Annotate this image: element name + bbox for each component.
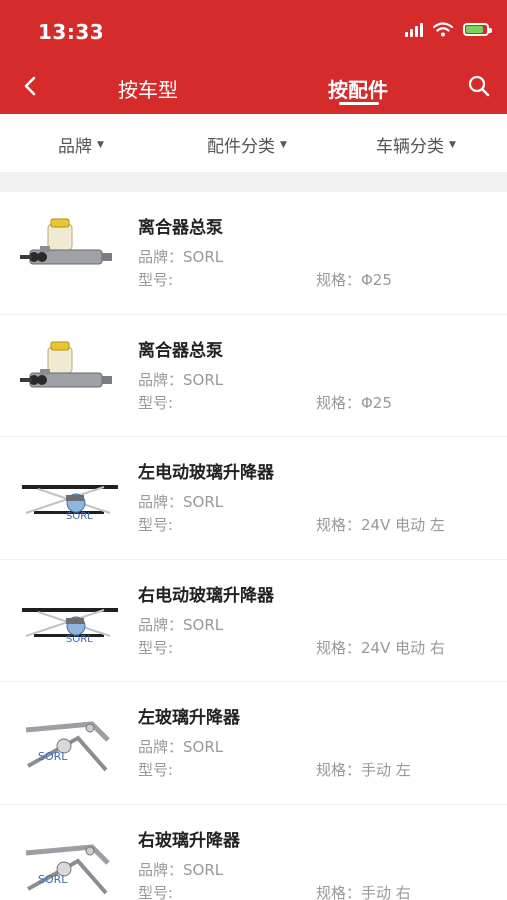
tab-by-part[interactable]: 按配件: [328, 74, 388, 103]
tab-by-vehicle[interactable]: 按车型: [118, 74, 178, 103]
product-model: 型号:: [138, 516, 174, 534]
product-model: 型号:: [138, 883, 174, 900]
filter-vehicle-category-label: 车辆分类: [376, 137, 444, 157]
product-spec: 规格：24V 电动 左: [316, 516, 445, 534]
dropdown-arrow-icon: ▼: [449, 139, 456, 150]
svg-text:SORL: SORL: [66, 634, 93, 645]
svg-text:SORL: SORL: [38, 873, 68, 886]
product-list-item[interactable]: SORL 左电动玻璃升降器 品牌：SORL 型号: 规格：24V 电动 左: [0, 437, 507, 560]
product-brand: 品牌：SORL: [138, 615, 224, 634]
filter-bar: 品牌 ▼ 配件分类 ▼ 车辆分类 ▼: [0, 114, 507, 173]
product-model: 型号:: [138, 638, 174, 657]
product-brand: 品牌：SORL: [138, 493, 224, 511]
product-spec: 规格：Φ25: [316, 271, 392, 289]
product-name: 左玻璃升降器: [138, 708, 240, 728]
product-list-item[interactable]: SORL 左玻璃升降器 品牌：SORL 型号: 规格：手动 左: [0, 682, 507, 805]
product-spec: 规格：Φ25: [316, 393, 392, 412]
product-name: 右玻璃升降器: [138, 830, 240, 851]
product-spec: 规格：手动 右: [316, 883, 411, 900]
active-tab-indicator: [339, 102, 379, 105]
app: 13:33 按车型 按配件 品牌 ▼ 配件分类 ▼ 车辆分类 ▼ 离合器总泵 品…: [0, 0, 507, 900]
filter-brand[interactable]: 品牌 ▼: [58, 132, 104, 157]
product-image: SORL: [18, 823, 122, 900]
product-brand: 品牌：SORL: [138, 860, 224, 879]
product-list-item[interactable]: SORL 右电动玻璃升降器 品牌：SORL 型号: 规格：24V 电动 右: [0, 559, 507, 682]
status-icons: [405, 22, 492, 37]
svg-text:SORL: SORL: [66, 511, 93, 522]
dropdown-arrow-icon: ▼: [97, 139, 104, 150]
product-image: SORL: [18, 578, 122, 666]
back-icon[interactable]: [14, 70, 46, 102]
product-spec: 规格：24V 电动 右: [316, 638, 445, 657]
nav-bar: 按车型 按配件: [0, 62, 507, 114]
product-spec: 规格：手动 左: [316, 761, 411, 779]
filter-part-category[interactable]: 配件分类 ▼: [207, 132, 287, 157]
product-model: 型号:: [138, 271, 174, 289]
battery-icon: [463, 23, 492, 36]
product-image: SORL: [18, 455, 122, 543]
product-name: 离合器总泵: [138, 340, 223, 361]
product-brand: 品牌：SORL: [138, 248, 224, 266]
product-model: 型号:: [138, 761, 174, 779]
filter-vehicle-category[interactable]: 车辆分类 ▼: [376, 132, 456, 157]
product-name: 离合器总泵: [138, 218, 223, 238]
status-time: 13:33: [38, 20, 105, 44]
status-bar: 13:33: [0, 0, 507, 62]
product-list-item[interactable]: 离合器总泵 品牌：SORL 型号: 规格：Φ25: [0, 192, 507, 315]
wifi-icon: [433, 22, 453, 37]
product-image: SORL: [18, 700, 122, 788]
product-list-item[interactable]: SORL 右玻璃升降器 品牌：SORL 型号: 规格：手动 右: [0, 804, 507, 900]
product-list-item[interactable]: 离合器总泵 品牌：SORL 型号: 规格：Φ25: [0, 314, 507, 437]
section-divider: [0, 172, 507, 192]
product-name: 右电动玻璃升降器: [138, 585, 274, 606]
product-image: [18, 210, 122, 298]
cellular-signal-icon: [405, 22, 423, 37]
product-model: 型号:: [138, 393, 174, 412]
filter-part-category-label: 配件分类: [207, 137, 275, 157]
svg-text:SORL: SORL: [38, 750, 68, 763]
product-list: 离合器总泵 品牌：SORL 型号: 规格：Φ25 离合器总泵 品牌：SORL 型…: [0, 192, 507, 900]
product-brand: 品牌：SORL: [138, 738, 224, 756]
header: 13:33 按车型 按配件: [0, 0, 507, 114]
search-icon[interactable]: [467, 74, 491, 98]
filter-brand-label: 品牌: [58, 137, 92, 157]
product-name: 左电动玻璃升降器: [138, 463, 274, 483]
product-brand: 品牌：SORL: [138, 370, 224, 389]
product-image: [18, 333, 122, 421]
dropdown-arrow-icon: ▼: [280, 139, 287, 150]
